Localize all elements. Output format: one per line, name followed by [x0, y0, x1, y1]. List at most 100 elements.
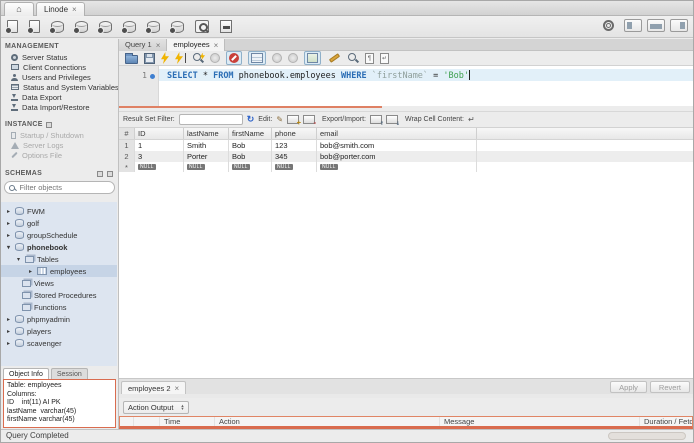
commit-icon[interactable]	[272, 53, 282, 63]
column-header[interactable]: Message	[440, 417, 640, 426]
sidebar-item-options-file[interactable]: Options File	[1, 150, 118, 160]
tree-item-schema[interactable]: ▸ scavenger	[1, 337, 117, 349]
chevron-right-icon[interactable]: ▸	[5, 220, 12, 227]
close-icon[interactable]: ×	[175, 382, 180, 395]
import-records-icon[interactable]: ↓	[385, 115, 400, 127]
tab-employees-2[interactable]: employees 2 ×	[121, 380, 187, 395]
apply-button[interactable]: Apply	[610, 380, 647, 393]
toggle-left-panel-button[interactable]	[624, 19, 642, 32]
sidebar-item-data-import[interactable]: Data Import/Restore	[1, 102, 118, 112]
create-schema-icon[interactable]	[73, 20, 88, 34]
column-header[interactable]: Action	[215, 417, 440, 426]
column-header[interactable]: #	[119, 128, 135, 139]
open-script-icon[interactable]	[125, 52, 138, 64]
column-header[interactable]: Duration / Fetch	[640, 417, 692, 426]
tree-item-stored-procedures[interactable]: Stored Procedures	[1, 289, 117, 301]
tree-item-views[interactable]: Views	[1, 277, 117, 289]
export-records-icon[interactable]: ↑	[369, 115, 384, 127]
limit-rows-button[interactable]	[248, 51, 266, 65]
result-filter-input[interactable]	[178, 114, 243, 125]
sidebar-item-client-connections[interactable]: Client Connections	[1, 62, 118, 72]
reconnect-dbms-icon[interactable]	[220, 20, 232, 33]
column-header[interactable]: Time	[160, 417, 215, 426]
invisible-chars-icon[interactable]: ¶	[365, 52, 374, 64]
tree-item-tables[interactable]: ▾ Tables	[1, 253, 117, 265]
find-icon[interactable]	[348, 52, 359, 64]
close-icon[interactable]: ×	[72, 3, 77, 16]
sidebar-item-data-export[interactable]: Data Export	[1, 92, 118, 102]
editor-result-splitter[interactable]	[119, 106, 693, 111]
sidebar-item-server-logs[interactable]: Server Logs	[1, 140, 118, 150]
connect-database-icon[interactable]	[49, 20, 64, 34]
sql-code-line[interactable]: SELECT * FROM phonebook.employees WHERE …	[167, 70, 471, 81]
tree-item-functions[interactable]: Functions	[1, 301, 117, 313]
delete-record-icon[interactable]: -	[303, 115, 317, 127]
sidebar-item-system-variables[interactable]: Status and System Variables	[1, 82, 118, 92]
spinner-icon[interactable]: ▲ ▼	[180, 403, 184, 411]
tree-item-schema[interactable]: ▸ FWM	[1, 205, 117, 217]
chevron-right-icon[interactable]: ▸	[5, 208, 12, 215]
table-row[interactable]: 2 3 Porter Bob 345 bob@porter.com	[119, 151, 693, 162]
home-tab[interactable]: ⌂	[4, 2, 34, 16]
chevron-right-icon[interactable]: ▸	[5, 316, 12, 323]
column-header[interactable]: lastName	[184, 128, 229, 139]
edit-record-icon[interactable]: ✎	[276, 115, 283, 124]
sidebar-item-server-status[interactable]: Server Status	[1, 52, 118, 62]
column-header[interactable]: ID	[135, 128, 184, 139]
toggle-stop-on-error-button[interactable]	[226, 51, 242, 65]
chevron-down-icon[interactable]: ▾	[15, 256, 22, 263]
sql-editor[interactable]: 1 SELECT * FROM phonebook.employees WHER…	[119, 66, 693, 106]
tab-query-1[interactable]: Query 1 ×	[119, 39, 168, 52]
save-script-icon[interactable]	[144, 52, 155, 64]
horizontal-scrollbar-thumb[interactable]	[608, 432, 686, 440]
search-table-data-icon[interactable]	[195, 20, 209, 33]
tree-item-schema[interactable]: ▸ golf	[1, 217, 117, 229]
table-row-new[interactable]: * NULL NULL NULL NULL NULL	[119, 162, 693, 172]
wrap-cell-content-icon[interactable]: ↵	[468, 115, 475, 124]
sidebar-item-startup-shutdown[interactable]: Startup / Shutdown	[1, 130, 118, 140]
open-sql-script-icon[interactable]	[27, 20, 40, 34]
create-table-icon[interactable]	[97, 20, 112, 34]
create-function-icon[interactable]	[169, 20, 184, 34]
toggle-autocommit-button[interactable]	[304, 51, 321, 65]
stop-icon[interactable]	[210, 53, 220, 63]
tab-object-info[interactable]: Object Info	[3, 368, 49, 379]
refresh-icon[interactable]: ↻	[247, 115, 255, 124]
tab-employees[interactable]: employees ×	[167, 39, 226, 52]
word-wrap-icon[interactable]: ↵	[380, 52, 389, 64]
toggle-bottom-panel-button[interactable]	[647, 19, 665, 32]
tree-item-schema-phonebook[interactable]: ▾ phonebook	[1, 241, 117, 253]
sidebar-item-users-privileges[interactable]: Users and Privileges	[1, 72, 118, 82]
create-procedure-icon[interactable]	[145, 20, 160, 34]
chevron-down-icon[interactable]: ▾	[5, 244, 12, 251]
rollback-icon[interactable]	[288, 53, 298, 63]
toggle-right-panel-button[interactable]	[670, 19, 688, 32]
connection-tab[interactable]: Linode ×	[36, 2, 85, 16]
gear-icon[interactable]	[603, 20, 614, 31]
chevron-right-icon[interactable]: ▸	[27, 268, 34, 275]
tab-session[interactable]: Session	[50, 368, 88, 379]
tree-item-schema[interactable]: ▸ phpmyadmin	[1, 313, 117, 325]
new-query-tab-icon[interactable]	[5, 20, 18, 34]
column-header[interactable]: phone	[272, 128, 317, 139]
close-icon[interactable]: ×	[156, 39, 161, 52]
chevron-right-icon[interactable]: ▸	[5, 232, 12, 239]
table-row[interactable]: 1 1 Smith Bob 123 bob@smith.com	[119, 140, 693, 151]
close-icon[interactable]: ×	[214, 39, 219, 52]
schema-filter-input[interactable]	[17, 182, 110, 193]
tree-item-schema[interactable]: ▸ groupSchedule	[1, 229, 117, 241]
execute-current-icon[interactable]	[175, 52, 187, 64]
create-view-icon[interactable]	[121, 20, 136, 34]
revert-button[interactable]: Revert	[649, 380, 690, 393]
execute-icon[interactable]	[161, 52, 169, 64]
expand-collapse-icon[interactable]	[97, 170, 103, 177]
chevron-right-icon[interactable]: ▸	[5, 340, 12, 347]
refresh-schemas-icon[interactable]	[107, 170, 113, 177]
tree-item-table-employees[interactable]: ▸ employees	[1, 265, 117, 277]
beautify-icon[interactable]	[328, 53, 341, 63]
add-record-icon[interactable]: +	[287, 115, 301, 127]
column-header[interactable]: email	[317, 128, 477, 139]
tree-item-schema[interactable]: ▸ players	[1, 325, 117, 337]
output-selector[interactable]: Action Output ▲ ▼	[123, 400, 190, 414]
chevron-right-icon[interactable]: ▸	[5, 328, 12, 335]
